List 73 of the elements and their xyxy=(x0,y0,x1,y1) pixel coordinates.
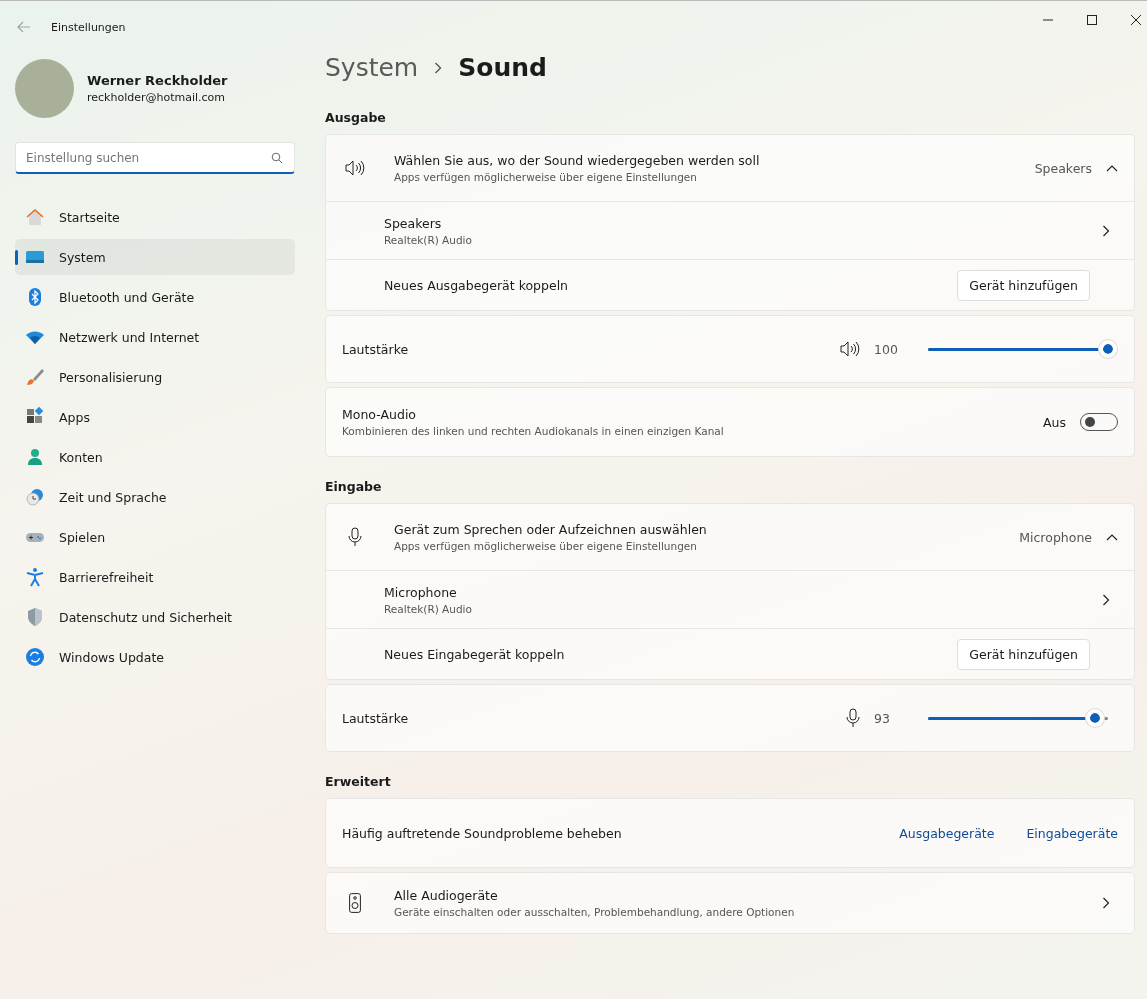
maximize-icon[interactable] xyxy=(1087,15,1097,25)
sidebar-item[interactable]: Konten xyxy=(15,439,295,475)
home-icon xyxy=(25,207,45,227)
clock-icon xyxy=(25,487,45,507)
user-name: Werner Reckholder xyxy=(87,73,228,88)
microphone-icon xyxy=(348,527,362,547)
sidebar-item[interactable]: Datenschutz und Sicherheit xyxy=(15,599,295,635)
setting-title: Gerät zum Sprechen oder Aufzeichnen auswählen xyxy=(394,522,708,537)
sidebar-item[interactable]: Spielen xyxy=(15,519,295,555)
setting-title: Lautstärke xyxy=(342,710,410,726)
add-device-button[interactable]: Gerät hinzufügen xyxy=(957,269,1090,301)
update-icon xyxy=(25,647,45,667)
pair-label: Neues Eingabegerät koppeln xyxy=(384,646,566,662)
add-device-button[interactable]: Gerät hinzufügen xyxy=(957,638,1090,670)
sidebar-item[interactable]: Bluetooth und Geräte xyxy=(15,279,295,315)
chevron-icon xyxy=(1106,533,1118,541)
user-email: reckholder@hotmail.com xyxy=(87,91,227,104)
device-row[interactable]: Microphone Realtek(R) Audio xyxy=(326,570,1134,628)
setting-title: Alle Audiogeräte xyxy=(394,888,499,903)
sidebar-item[interactable]: Apps xyxy=(15,399,295,435)
expander-header[interactable]: Wählen Sie aus, wo der Sound wiedergegeben werden soll Apps verfügen möglicherweise über eigene Einstellungen Speakers xyxy=(326,135,1134,201)
section-heading: Erweitert xyxy=(325,774,392,789)
setting-description: Kombinieren des linken und rechten Audiokanals in einen einzigen Kanal xyxy=(342,425,725,437)
setting-description: Apps verfügen möglicherweise über eigene Einstellungen xyxy=(394,171,698,183)
user-icon xyxy=(25,447,45,467)
device-driver: Realtek(R) Audio xyxy=(384,233,473,246)
device-driver: Realtek(R) Audio xyxy=(384,602,473,615)
section-heading: Eingabe xyxy=(325,479,383,494)
search-field[interactable]: Einstellung suchen xyxy=(15,142,295,174)
access-icon xyxy=(25,567,45,587)
volume-value: 93 xyxy=(874,710,891,726)
close-icon[interactable] xyxy=(1131,15,1141,25)
chevron-right-icon xyxy=(1102,593,1110,606)
setting-title: Lautstärke xyxy=(342,341,410,357)
volume-value: 100 xyxy=(874,341,899,357)
pair-label: Neues Ausgabegerät koppeln xyxy=(384,277,570,293)
sidebar-item[interactable]: Barrierefreiheit xyxy=(15,559,295,595)
speaker-icon[interactable] xyxy=(840,341,860,357)
sidebar-item[interactable]: Startseite xyxy=(15,199,295,235)
brush-icon xyxy=(25,367,45,387)
selected-device-label: Microphone xyxy=(1019,529,1092,545)
link[interactable]: Eingabegeräte xyxy=(1026,825,1118,841)
chevron-right-icon xyxy=(434,61,443,74)
sidebar-item[interactable]: Personalisierung xyxy=(15,359,295,395)
section-heading: Ausgabe xyxy=(325,110,387,125)
link[interactable]: Ausgabegeräte xyxy=(899,825,995,841)
sidebar-item[interactable]: Windows Update xyxy=(15,639,295,675)
setting-title: Wählen Sie aus, wo der Sound wiedergegeben werden soll xyxy=(394,153,761,168)
microphone-icon[interactable] xyxy=(846,708,860,728)
setting-description: Geräte einschalten oder ausschalten, Problembehandlung, andere Optionen xyxy=(394,906,796,918)
speaker-icon xyxy=(345,160,365,176)
window-title: Einstellungen xyxy=(51,20,126,34)
nav-card[interactable]: Alle Audiogeräte Geräte einschalten oder ausschalten, Problembehandlung, andere Optionen xyxy=(325,872,1135,934)
device-name: Speakers xyxy=(384,215,443,231)
setting-description: Apps verfügen möglicherweise über eigene Einstellungen xyxy=(394,540,698,552)
sidebar-item[interactable]: Netzwerk und Internet xyxy=(15,319,295,355)
chevron-right-icon xyxy=(1102,897,1110,909)
toggle-state-label: Aus xyxy=(1043,414,1066,430)
sidebar-item[interactable]: Zeit und Sprache xyxy=(15,479,295,515)
device-name: Microphone xyxy=(384,584,458,600)
speaker-box-icon xyxy=(349,893,361,913)
chevron-right-icon xyxy=(1102,224,1110,237)
setting-title: Häufig auftretende Soundprobleme beheben xyxy=(342,825,623,841)
page-title: Sound xyxy=(458,53,547,82)
search-icon xyxy=(271,152,283,164)
breadcrumb-parent[interactable]: System xyxy=(325,53,419,82)
shield-icon xyxy=(25,607,45,627)
chevron-icon xyxy=(1106,164,1118,172)
sidebar-item[interactable]: System xyxy=(15,239,295,275)
expander-header[interactable]: Gerät zum Sprechen oder Aufzeichnen auswählen Apps verfügen möglicherweise über eigene Einstellungen Microphone xyxy=(326,504,1134,570)
selected-device-label: Speakers xyxy=(1034,160,1092,176)
setting-title: Mono-Audio xyxy=(342,407,417,422)
device-row[interactable]: Speakers Realtek(R) Audio xyxy=(326,201,1134,259)
